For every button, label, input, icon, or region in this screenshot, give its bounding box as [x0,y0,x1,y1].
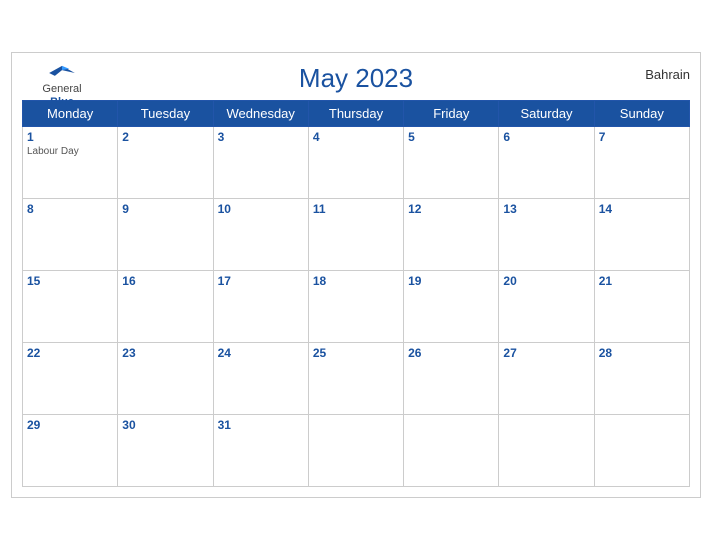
day-cell: 18 [308,271,403,343]
week-row-4: 22 23 24 25 26 27 28 [23,343,690,415]
day-number: 4 [313,130,399,144]
day-number: 28 [599,346,685,360]
day-number: 20 [503,274,589,288]
day-number: 24 [218,346,304,360]
day-number: 31 [218,418,304,432]
calendar-container: General Blue May 2023 Bahrain Monday Tue… [11,52,701,498]
day-cell: 21 [594,271,689,343]
calendar-table: Monday Tuesday Wednesday Thursday Friday… [22,100,690,487]
logo-general: General [42,83,81,96]
day-cell [594,415,689,487]
day-number: 23 [122,346,208,360]
week-row-3: 15 16 17 18 19 20 21 [23,271,690,343]
day-cell: 1 Labour Day [23,127,118,199]
day-cell: 13 [499,199,594,271]
day-number: 29 [27,418,113,432]
day-number: 10 [218,202,304,216]
day-cell: 15 [23,271,118,343]
day-number: 19 [408,274,494,288]
day-number: 18 [313,274,399,288]
day-number: 27 [503,346,589,360]
header-friday: Friday [404,101,499,127]
day-number: 9 [122,202,208,216]
day-cell: 20 [499,271,594,343]
day-cell: 4 [308,127,403,199]
day-cell: 8 [23,199,118,271]
day-cell: 22 [23,343,118,415]
day-number: 14 [599,202,685,216]
day-number: 15 [27,274,113,288]
day-cell [404,415,499,487]
calendar-title: May 2023 [299,63,413,94]
logo-blue: Blue [50,96,74,109]
header-sunday: Sunday [594,101,689,127]
header-saturday: Saturday [499,101,594,127]
header-wednesday: Wednesday [213,101,308,127]
day-cell: 10 [213,199,308,271]
logo: General Blue [22,63,102,109]
day-cell: 23 [118,343,213,415]
day-cell: 25 [308,343,403,415]
day-number: 3 [218,130,304,144]
day-cell: 6 [499,127,594,199]
day-number: 26 [408,346,494,360]
day-cell: 5 [404,127,499,199]
day-cell: 28 [594,343,689,415]
day-cell: 30 [118,415,213,487]
week-row-2: 89 10 11 12 13 14 [23,199,690,271]
week-row-5: 29 30 31 [23,415,690,487]
day-cell: 24 [213,343,308,415]
day-cell: 26 [404,343,499,415]
day-cell: 3 [213,127,308,199]
day-number: 13 [503,202,589,216]
day-number: 5 [408,130,494,144]
day-number: 1 [27,130,113,144]
day-event: Labour Day [27,146,113,157]
calendar-body: 1Labour Day23456789101112131415161718192… [23,127,690,487]
day-number: 11 [313,202,399,216]
day-cell: 19 [404,271,499,343]
day-cell: 27 [499,343,594,415]
day-number: 22 [27,346,113,360]
weekday-header-row: Monday Tuesday Wednesday Thursday Friday… [23,101,690,127]
day-number: 8 [27,202,113,216]
day-number: 2 [122,130,208,144]
day-number: 25 [313,346,399,360]
day-cell: 16 [118,271,213,343]
day-number: 12 [408,202,494,216]
week-row-1: 1 Labour Day 234567 [23,127,690,199]
day-number: 21 [599,274,685,288]
logo-bird-icon [47,63,77,83]
day-cell: 7 [594,127,689,199]
day-number: 6 [503,130,589,144]
day-cell: 17 [213,271,308,343]
day-number: 16 [122,274,208,288]
day-cell: 31 [213,415,308,487]
header-thursday: Thursday [308,101,403,127]
day-cell: 9 [118,199,213,271]
day-cell: 12 [404,199,499,271]
day-number: 7 [599,130,685,144]
day-cell: 14 [594,199,689,271]
header-tuesday: Tuesday [118,101,213,127]
day-number: 17 [218,274,304,288]
day-cell: 11 [308,199,403,271]
day-cell [499,415,594,487]
calendar-header: General Blue May 2023 Bahrain [22,63,690,94]
day-cell [308,415,403,487]
day-cell: 29 [23,415,118,487]
day-cell: 2 [118,127,213,199]
country-label: Bahrain [645,67,690,82]
day-number: 30 [122,418,208,432]
